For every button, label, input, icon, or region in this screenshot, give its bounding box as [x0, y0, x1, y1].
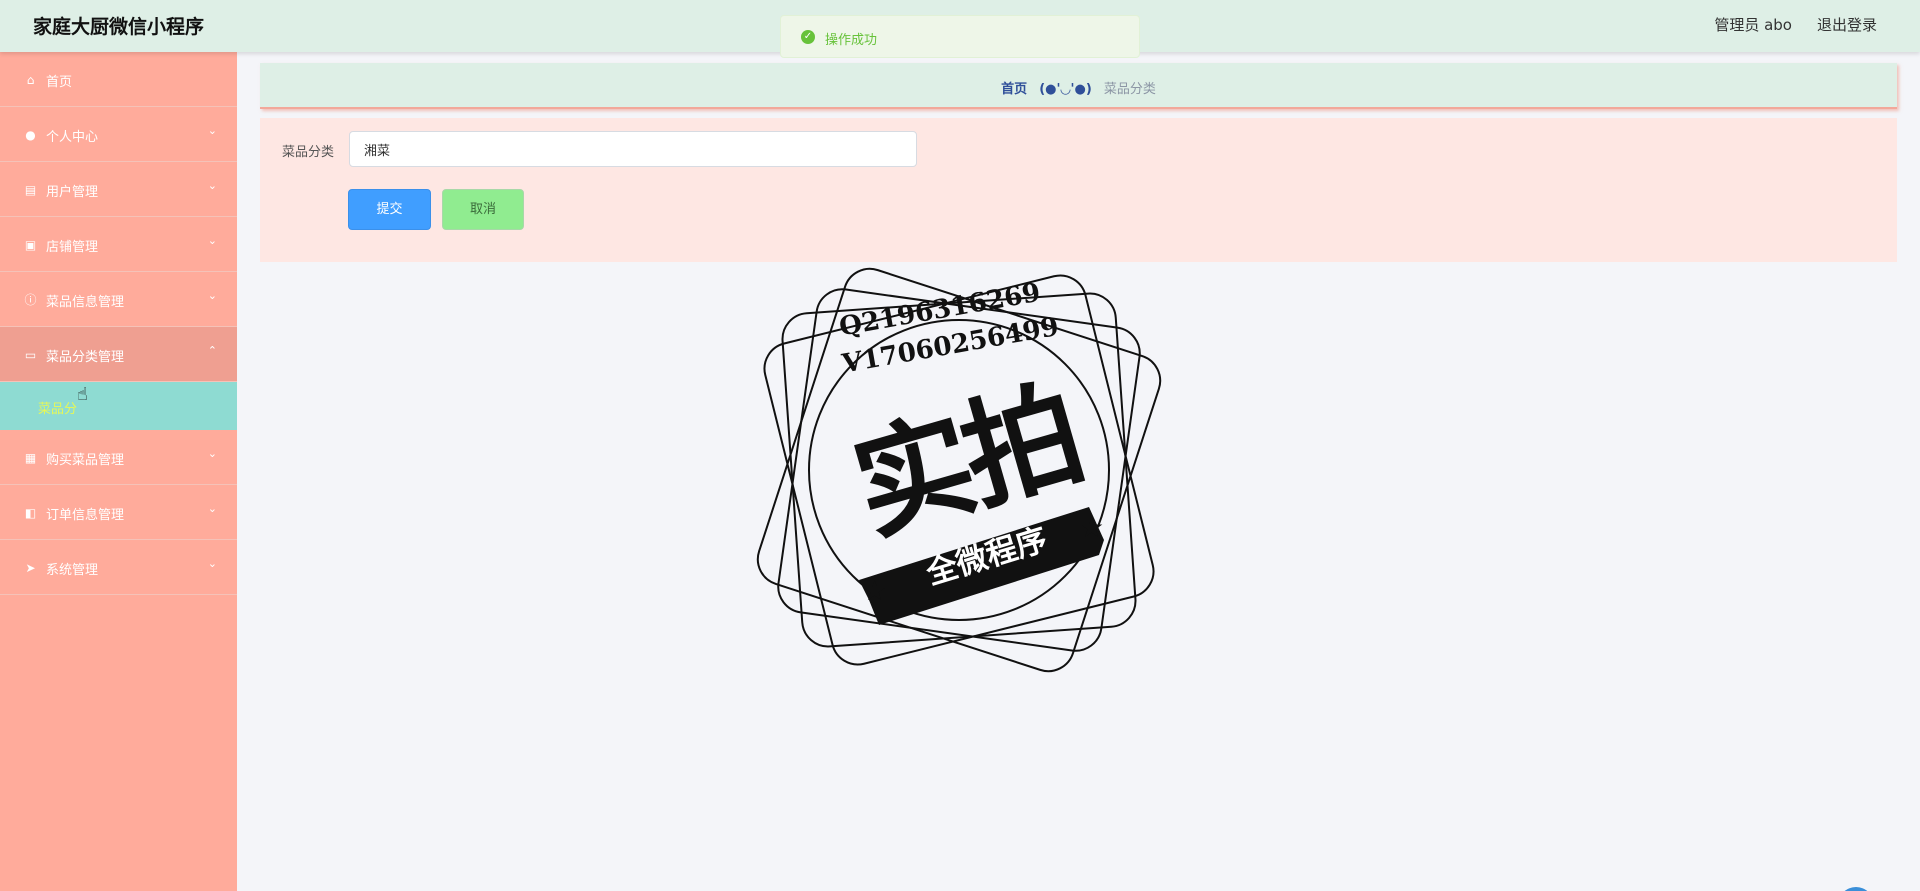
sidebar-item-home[interactable]: ⌂ 首页	[0, 52, 237, 107]
sidebar-item-personal-center[interactable]: ● 个人中心 ⌄	[0, 107, 237, 162]
sidebar-item-dish-info[interactable]: ⓘ 菜品信息管理 ⌄	[0, 272, 237, 327]
home-icon: ⌂	[26, 73, 35, 87]
category-field-label: 菜品分类	[282, 145, 335, 160]
sidebar-item-dish-category[interactable]: ▭ 菜品分类管理 ⌃	[0, 327, 237, 382]
sidebar-item-purchase-dish[interactable]: ▦ 购买菜品管理 ⌄	[0, 430, 237, 485]
submenu-item-label: 菜品分	[38, 402, 78, 417]
breadcrumb: 首页 (●'◡'●) 菜品分类	[260, 63, 1897, 109]
breadcrumb-separator: (●'◡'●)	[1039, 82, 1092, 97]
sidebar-item-label: 个人中心	[46, 130, 99, 145]
breadcrumb-current: 菜品分类	[1103, 82, 1156, 97]
grid-icon: ▦	[24, 451, 37, 465]
sidebar-item-system[interactable]: ➤ 系统管理 ⌄	[0, 540, 237, 595]
sidebar: ⌂ 首页 ● 个人中心 ⌄ ▤ 用户管理 ⌄ ▣ 店铺管理 ⌄ ⓘ 菜品信息管理…	[0, 52, 237, 891]
chevron-down-icon: ⌄	[207, 234, 217, 247]
submenu-item-dish-category[interactable]: 菜品分	[0, 382, 237, 430]
send-icon: ➤	[25, 561, 36, 575]
submit-button[interactable]: 提交	[348, 189, 431, 230]
store-icon: ▣	[24, 238, 37, 252]
chevron-down-icon: ⌄	[207, 124, 217, 137]
chevron-down-icon: ⌄	[207, 502, 217, 515]
sidebar-item-order-info[interactable]: ◧ 订单信息管理 ⌄	[0, 485, 237, 540]
chevron-down-icon: ⌄	[207, 289, 217, 302]
logout-link[interactable]: 退出登录	[1817, 14, 1877, 35]
check-circle-icon: ✓	[801, 30, 815, 44]
user-icon: ●	[25, 128, 36, 142]
app-title: 家庭大厨微信小程序	[33, 16, 205, 38]
chevron-down-icon: ⌄	[207, 557, 217, 570]
sidebar-item-user-management[interactable]: ▤ 用户管理 ⌄	[0, 162, 237, 217]
toast-message: 操作成功	[825, 33, 878, 48]
chevron-down-icon: ⌄	[207, 179, 217, 192]
svg-text:★: ★	[862, 574, 887, 607]
sidebar-item-label: 系统管理	[46, 563, 99, 578]
floating-action-button[interactable]	[1838, 887, 1874, 891]
breadcrumb-home[interactable]: 首页	[1001, 82, 1027, 97]
sidebar-item-label: 首页	[46, 75, 73, 90]
svg-text:★: ★	[1079, 511, 1104, 544]
cancel-button[interactable]: 取消	[442, 189, 524, 230]
chevron-up-icon: ⌃	[207, 344, 217, 357]
category-input[interactable]	[349, 131, 917, 167]
sidebar-item-label: 店铺管理	[46, 240, 99, 255]
info-icon: ⓘ	[24, 293, 37, 307]
sidebar-item-label: 菜品信息管理	[46, 295, 125, 310]
sidebar-item-store-management[interactable]: ▣ 店铺管理 ⌄	[0, 217, 237, 272]
wallet-icon: ◧	[24, 506, 37, 520]
sidebar-item-label: 购买菜品管理	[46, 453, 125, 468]
success-toast: ✓ 操作成功	[780, 15, 1140, 58]
sidebar-item-label: 菜品分类管理	[46, 350, 125, 365]
chevron-down-icon: ⌄	[207, 447, 217, 460]
category-form: 菜品分类 提交 取消	[260, 118, 1897, 262]
clipboard-icon: ▤	[24, 183, 37, 197]
hand-cursor-icon: ☝	[77, 384, 88, 405]
monitor-icon: ▭	[24, 348, 37, 362]
admin-username: 管理员 abo	[1714, 16, 1792, 34]
sidebar-item-label: 用户管理	[46, 185, 99, 200]
sidebar-item-label: 订单信息管理	[46, 508, 125, 523]
